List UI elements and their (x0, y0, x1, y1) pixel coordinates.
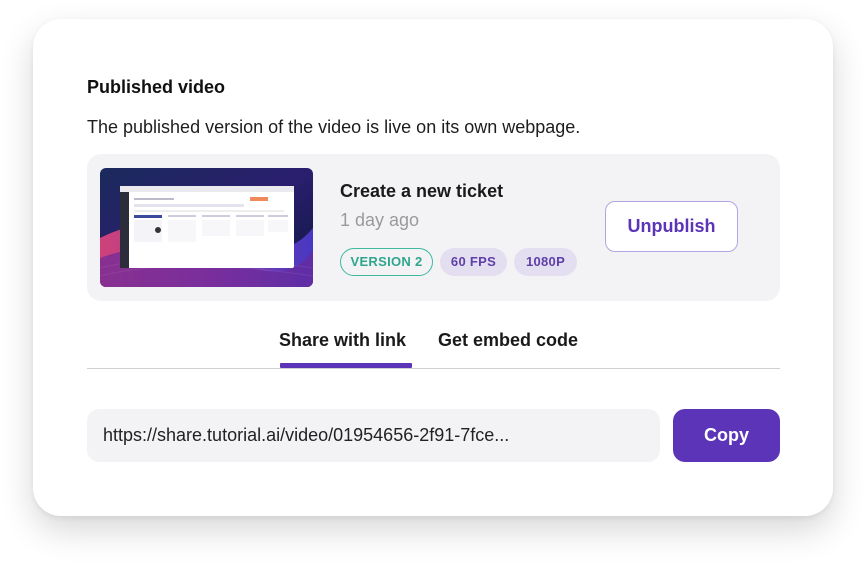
published-video-card: Published video The published version of… (33, 19, 833, 516)
share-url-field[interactable]: https://share.tutorial.ai/video/01954656… (87, 409, 660, 462)
fps-badge: 60 FPS (440, 248, 507, 276)
tabs-divider (87, 368, 780, 369)
video-panel: Create a new ticket 1 day ago VERSION 2 … (87, 154, 780, 301)
resolution-badge: 1080P (514, 248, 577, 276)
video-timestamp: 1 day ago (340, 210, 420, 230)
copy-button[interactable]: Copy (673, 409, 780, 462)
tab-share-with-link[interactable]: Share with link (279, 330, 406, 351)
video-thumbnail[interactable] (100, 168, 313, 287)
unpublish-button[interactable]: Unpublish (605, 201, 738, 252)
share-tabs: Share with link Get embed code (87, 329, 780, 369)
section-description: The published version of the video is li… (87, 117, 581, 137)
video-title: Create a new ticket (340, 181, 504, 201)
section-title: Published video (87, 77, 226, 97)
version-badge: VERSION 2 (340, 248, 433, 276)
tab-get-embed-code[interactable]: Get embed code (438, 330, 578, 351)
